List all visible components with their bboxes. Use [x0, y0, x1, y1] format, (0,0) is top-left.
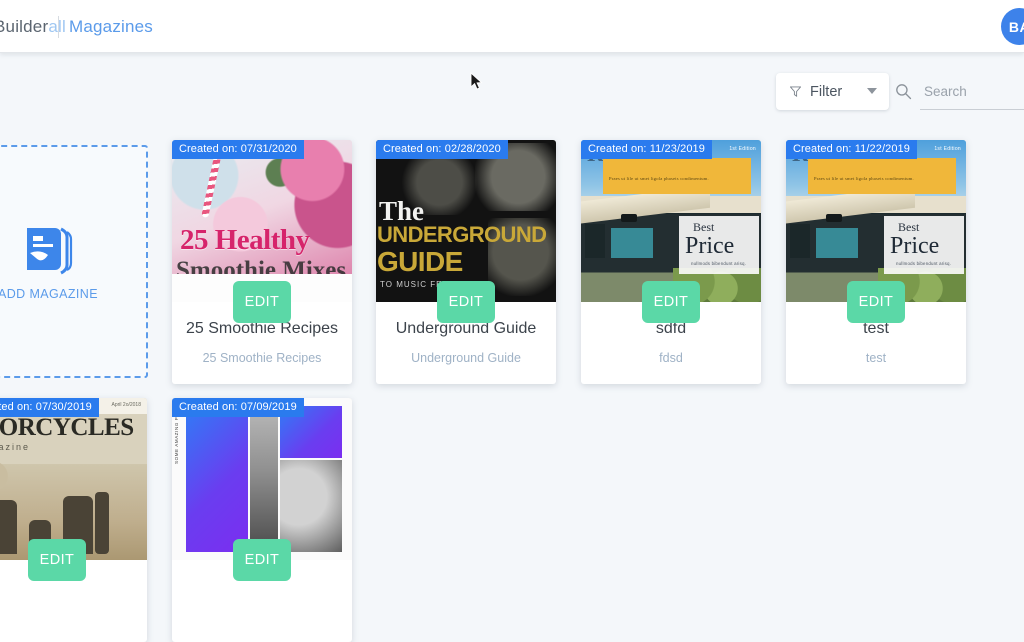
created-on-badge: Created on: 07/09/2019	[172, 398, 304, 417]
cover-sand-patch	[0, 460, 13, 496]
cover-art-gradient: SOME AMAZING PEOPLE	[172, 398, 352, 560]
magazine-cover: Real Estate 1st Edition Praes ut lile ut…	[581, 140, 761, 302]
mouse-cursor	[470, 72, 483, 90]
edit-button[interactable]: EDIT	[233, 281, 291, 323]
cover-subheadline: magazine	[0, 442, 31, 452]
filter-button[interactable]: Filter	[776, 73, 889, 110]
cover-art-smoothie: 25 Healthy Smoothie Mixes	[172, 140, 352, 302]
cover-headline: The	[379, 196, 425, 226]
magazine-cover: Real Estate 1st Edition Praes ut lile ut…	[786, 140, 966, 302]
add-magazine-card[interactable]: ADD MAGAZINE	[0, 145, 148, 378]
cover-photo-strip	[250, 406, 278, 552]
magazine-card[interactable]: The UNDERGROUND GUIDE TO MUSIC FESTIVALS…	[376, 140, 556, 384]
header-divider	[58, 16, 59, 38]
cover-lamp	[826, 214, 842, 222]
magazine-book-icon	[27, 227, 73, 274]
cover-price-label: Price	[685, 233, 735, 259]
cover-lamp	[621, 214, 637, 222]
cover-gradient-panel	[186, 406, 248, 552]
created-on-badge: Created on: 11/23/2019	[581, 140, 712, 159]
magazine-card[interactable]: Real Estate 1st Edition Praes ut lile ut…	[786, 140, 966, 384]
cover-art-realestate: Real Estate 1st Edition Praes ut lile ut…	[581, 140, 761, 302]
cover-art-motorcycles: www.site.net April 2o/2018 MOTORCYCLES m…	[0, 398, 147, 560]
magazine-subtitle: test	[865, 351, 887, 365]
edit-button[interactable]: EDIT	[233, 539, 291, 581]
magazine-card[interactable]: 25 Healthy Smoothie Mixes Created on: 07…	[172, 140, 352, 384]
cover-headline: MOTORCYCLES	[0, 414, 134, 441]
cover-edition: 1st Edition	[934, 146, 961, 152]
cover-band-text: Praes ut lile ut smet ligola phasets con…	[814, 176, 914, 181]
created-on-badge: Created on: 02/28/2020	[376, 140, 508, 159]
magazine-cover: 25 Healthy Smoothie Mixes Created on: 07…	[172, 140, 352, 302]
cover-art-realestate: Real Estate 1st Edition Praes ut lile ut…	[786, 140, 966, 302]
magazine-cover: SOME AMAZING PEOPLE Created on: 07/09/20…	[172, 398, 352, 560]
cover-window-dark	[585, 224, 605, 258]
chevron-down-icon[interactable]	[867, 88, 877, 94]
avatar[interactable]: BA	[1001, 8, 1024, 45]
breadcrumb-magazines[interactable]: Magazines	[69, 17, 153, 37]
cover-price-sub: nullmods bibendunt arisq.	[896, 261, 952, 266]
search-box[interactable]	[895, 73, 1024, 110]
cover-date-label: April 2o/2018	[111, 402, 141, 408]
cover-headline-2: UNDERGROUND	[377, 222, 547, 247]
cover-rider	[0, 500, 17, 554]
brand-logo[interactable]: Builderall	[0, 17, 66, 37]
cover-price-sub: nullmods bibendunt arisq.	[691, 261, 747, 266]
edit-button[interactable]: EDIT	[437, 281, 495, 323]
magazine-card[interactable]: SOME AMAZING PEOPLE Created on: 07/09/20…	[172, 398, 352, 642]
cover-window-dark	[790, 224, 810, 258]
cover-art-underground: The UNDERGROUND GUIDE TO MUSIC FESTIVALS	[376, 140, 556, 302]
cover-photo-circle	[280, 460, 342, 552]
magazine-card[interactable]: Real Estate 1st Edition Praes ut lile ut…	[581, 140, 761, 384]
search-icon	[896, 84, 912, 100]
app-header: Builderall Magazines BA	[0, 0, 1024, 53]
cover-headline-3: GUIDE	[377, 246, 463, 277]
add-magazine-label: ADD MAGAZINE	[0, 286, 98, 301]
search-input[interactable]	[924, 84, 1020, 99]
magazine-card[interactable]: www.site.net April 2o/2018 MOTORCYCLES m…	[0, 398, 147, 642]
cover-window-glass	[611, 228, 653, 258]
edit-button[interactable]: EDIT	[847, 281, 905, 323]
edit-button[interactable]: EDIT	[642, 281, 700, 323]
funnel-icon	[790, 86, 801, 97]
avatar-initials: BA	[1008, 18, 1024, 35]
brand-name-first: Builder	[0, 17, 49, 36]
edit-button[interactable]: EDIT	[28, 539, 86, 581]
magazine-cover: The UNDERGROUND GUIDE TO MUSIC FESTIVALS…	[376, 140, 556, 302]
cover-price-label: Price	[890, 233, 940, 259]
magazine-subtitle: Underground Guide	[411, 351, 521, 365]
created-on-badge: Created on: 11/22/2019	[786, 140, 917, 159]
magazine-subtitle: fdsd	[659, 351, 683, 365]
filter-label: Filter	[810, 83, 843, 100]
search-underline	[920, 109, 1024, 110]
cover-straw	[201, 151, 222, 219]
cover-band-text: Praes ut lile ut smet ligola phasets con…	[609, 176, 709, 181]
cover-headline: 25 Healthy	[180, 224, 310, 256]
cover-rider-arm	[95, 492, 109, 554]
created-on-badge: Created on: 07/31/2020	[172, 140, 304, 159]
magazine-subtitle: 25 Smoothie Recipes	[202, 351, 322, 365]
cover-edition: 1st Edition	[729, 146, 756, 152]
magazine-cover: www.site.net April 2o/2018 MOTORCYCLES m…	[0, 398, 147, 560]
cover-window-glass	[816, 228, 858, 258]
created-on-badge: Created on: 07/30/2019	[0, 398, 99, 417]
